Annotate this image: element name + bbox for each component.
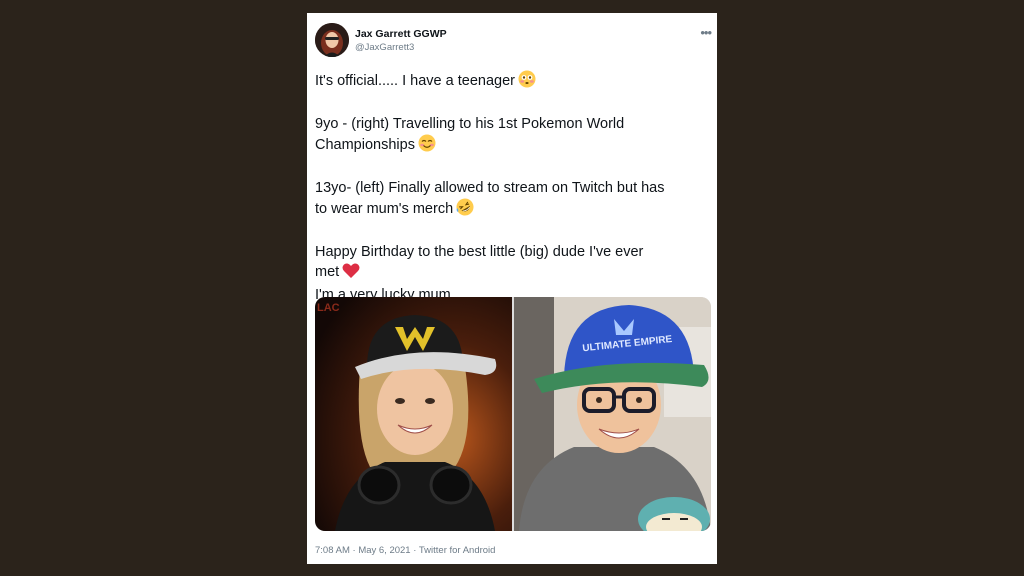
tweet-line: met	[315, 262, 707, 285]
avatar-image	[315, 23, 349, 57]
tweet-line-text: to wear mum's merch	[315, 201, 454, 217]
tweet-line-text: It's official..... I have a teenager	[315, 73, 515, 89]
child-photo-illustration: ULTIMATE EMPIRE	[514, 297, 711, 531]
rolling-laughing-icon	[456, 198, 474, 222]
tweet-line-text: Happy Birthday to the best little (big) …	[315, 244, 644, 260]
red-heart-icon	[342, 262, 360, 285]
tweet-footer: 7:08 AM · May 6, 2021 · Twitter for Andr…	[315, 545, 495, 556]
display-name[interactable]: Jax Garrett GGWP	[355, 28, 447, 40]
tweet-line-text: 9yo - (right) Travelling to his 1st Poke…	[315, 116, 625, 132]
tweet-line: Championships	[315, 134, 707, 158]
smiling-face-icon	[418, 134, 436, 158]
avatar[interactable]	[315, 23, 349, 57]
more-options-icon[interactable]: •••	[700, 25, 712, 40]
tweet-media[interactable]: LAC ULTIMATE EMPIRE	[315, 297, 711, 531]
tweet-line: Happy Birthday to the best little (big) …	[315, 242, 707, 262]
tweet-line: to wear mum's merch	[315, 198, 707, 222]
tweet-line: 9yo - (right) Travelling to his 1st Poke…	[315, 114, 707, 134]
tweet-card: Jax Garrett GGWP @JaxGarrett3 ••• It's o…	[307, 13, 717, 564]
tweet-line-text: Championships	[315, 137, 415, 153]
tweet-date[interactable]: May 6, 2021	[358, 545, 410, 556]
left-cap-text: LAC	[317, 302, 340, 314]
tweet-line: 13yo- (left) Finally allowed to stream o…	[315, 178, 707, 198]
photo-left[interactable]: LAC	[315, 297, 512, 531]
photo-right[interactable]: ULTIMATE EMPIRE	[514, 297, 711, 531]
teen-photo-illustration: LAC	[315, 297, 512, 531]
flushed-face-icon	[518, 70, 536, 94]
tweet-line-text: met	[315, 264, 340, 280]
tweet-line: It's official..... I have a teenager	[315, 70, 707, 94]
tweet-line-text: 13yo- (left) Finally allowed to stream o…	[315, 180, 665, 196]
tweet-text: It's official..... I have a teenager 9yo…	[315, 70, 707, 305]
tweet-time[interactable]: 7:08 AM	[315, 545, 350, 556]
user-handle[interactable]: @JaxGarrett3	[355, 42, 414, 53]
tweet-source[interactable]: Twitter for Android	[419, 545, 496, 556]
footer-separator: ·	[410, 545, 419, 556]
